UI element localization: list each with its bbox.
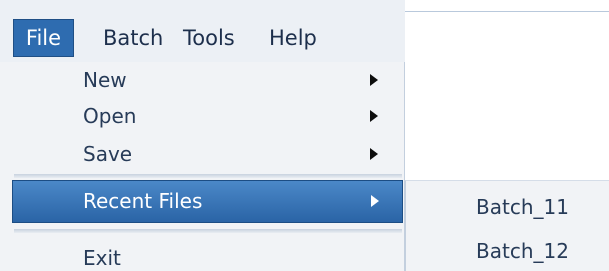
recent-files-submenu: Batch_11 Batch_12 [405, 180, 609, 271]
menu-item-label: Open [83, 104, 137, 128]
menu-item-new[interactable]: New [0, 62, 404, 98]
menu-item-label: New [83, 68, 127, 92]
menu-item-save[interactable]: Save [0, 136, 404, 172]
chevron-right-icon [370, 148, 378, 160]
menu-file[interactable]: File [13, 19, 74, 57]
menu-item-label: Exit [83, 246, 121, 270]
recent-file-batch-11[interactable]: Batch_11 [476, 187, 569, 227]
chevron-right-icon [371, 195, 379, 207]
menu-item-open[interactable]: Open [0, 98, 404, 134]
menu-tools[interactable]: Tools [183, 21, 235, 55]
menu-item-recent-files[interactable]: Recent Files [12, 180, 403, 223]
chevron-right-icon [370, 74, 378, 86]
menu-separator [14, 174, 402, 178]
menu-help[interactable]: Help [269, 21, 317, 55]
menu-item-label: Recent Files [83, 189, 203, 213]
menu-bar: File Batch Tools Help [0, 0, 405, 62]
menu-item-exit[interactable]: Exit [0, 240, 404, 271]
chevron-right-icon [370, 110, 378, 122]
menu-batch[interactable]: Batch [103, 21, 163, 55]
app-window: File Batch Tools Help New Open Save Rece… [0, 0, 609, 271]
menu-item-label: Save [83, 142, 133, 166]
recent-file-batch-12[interactable]: Batch_12 [476, 231, 569, 271]
window-edge [405, 11, 609, 12]
menu-separator [14, 229, 402, 233]
